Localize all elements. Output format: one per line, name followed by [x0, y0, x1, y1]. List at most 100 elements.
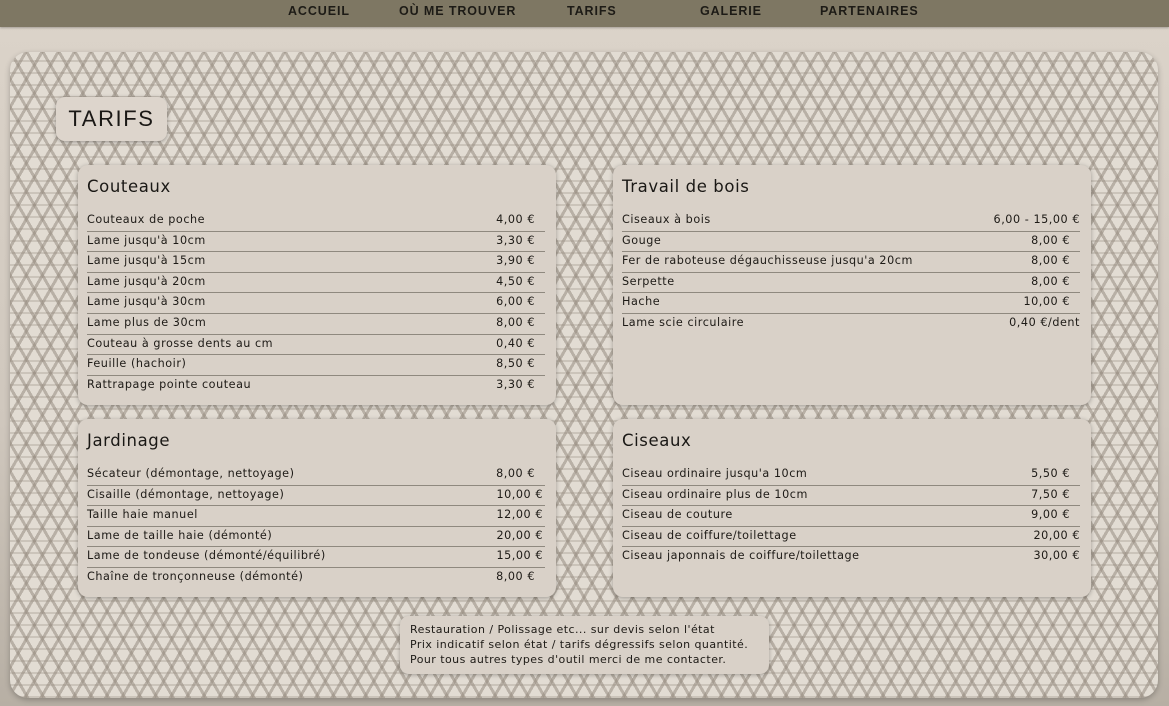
item-price: 15,00 € [496, 549, 543, 563]
price-row: Couteau à grosse dents au cm 0,40 € [87, 335, 545, 356]
price-row: Rattrapage pointe couteau 3,30 € [87, 376, 545, 397]
price-row: Taille haie manuel 12,00 € [87, 506, 545, 527]
item-price: 6,00 € [496, 295, 535, 309]
note-line: Prix indicatif selon état / tarifs dégre… [410, 638, 749, 651]
item-price: 8,00 € [496, 467, 535, 480]
item-price: 4,50 € [496, 274, 535, 288]
price-row: Hache 10,00 € [622, 293, 1080, 314]
item-price: 20,00 € [1033, 528, 1080, 542]
price-row: Feuille (hachoir) 8,50 € [87, 355, 545, 376]
item-label: Couteaux de poche [87, 213, 206, 226]
price-row: Ciseau de couture 9,00 € [622, 506, 1080, 527]
price-row: Lame jusqu'à 10cm 3,30 € [87, 232, 545, 253]
item-price: 8,00 € [1031, 233, 1070, 247]
price-row: Ciseaux à bois 6,00 - 15,00 € [622, 211, 1080, 232]
item-label: Lame plus de 30cm [87, 315, 207, 329]
item-label: Lame jusqu'à 30cm [87, 295, 206, 309]
item-price: 0,40 €/dent [1009, 315, 1080, 329]
price-list-jardinage: Sécateur (démontage, nettoyage) 8,00 € Ci… [87, 465, 545, 589]
item-price: 4,00 € [496, 213, 535, 226]
item-label: Lame jusqu'à 20cm [87, 274, 206, 288]
nav-link-ou-me-trouver[interactable]: OÙ ME TROUVER [399, 4, 516, 18]
item-label: Ciseau de coiffure/toilettage [622, 528, 797, 542]
page-title: TARIFS [56, 97, 167, 141]
item-price: 12,00 € [496, 508, 543, 522]
price-row: Ciseau japonnais de coiffure/toilettage 3… [622, 547, 1080, 568]
item-label: Chaîne de tronçonneuse (démonté) [87, 569, 304, 583]
nav-link-tarifs[interactable]: TARIFS [567, 4, 617, 18]
card-ciseaux: Ciseaux Ciseau ordinaire jusqu'a 10cm 5,5… [613, 419, 1091, 597]
price-row: Lame jusqu'à 20cm 4,50 € [87, 273, 545, 294]
card-title-couteaux: Couteaux [87, 177, 171, 196]
price-row: Lame de tondeuse (démonté/équilibré) 15,0… [87, 547, 545, 568]
item-label: Sécateur (démontage, nettoyage) [87, 467, 295, 480]
price-row: Lame scie circulaire 0,40 €/dent [622, 314, 1080, 335]
price-row: Ciseau ordinaire jusqu'a 10cm 5,50 € [622, 465, 1080, 486]
item-label: Lame de taille haie (démonté) [87, 528, 273, 542]
price-list-ciseaux: Ciseau ordinaire jusqu'a 10cm 5,50 € Cise… [622, 465, 1080, 568]
pricing-notes: Restauration / Polissage etc... sur devi… [400, 616, 769, 674]
item-price: 3,90 € [496, 254, 535, 268]
item-label: Ciseau ordinaire jusqu'a 10cm [622, 467, 808, 480]
item-price: 8,50 € [496, 357, 535, 371]
price-row: Couteaux de poche 4,00 € [87, 211, 545, 232]
item-label: Gouge [622, 233, 662, 247]
nav-link-galerie[interactable]: GALERIE [700, 4, 762, 18]
item-label: Lame jusqu'à 15cm [87, 254, 206, 268]
item-price: 3,30 € [496, 233, 535, 247]
item-label: Lame de tondeuse (démonté/équilibré) [87, 549, 326, 563]
price-row: Chaîne de tronçonneuse (démonté) 8,00 € [87, 568, 545, 589]
item-label: Rattrapage pointe couteau [87, 377, 252, 391]
item-label: Couteau à grosse dents au cm [87, 336, 274, 350]
card-title-travail-de-bois: Travail de bois [622, 177, 750, 196]
item-label: Taille haie manuel [87, 508, 198, 522]
nav-link-accueil[interactable]: ACCUEIL [288, 4, 350, 18]
item-price: 30,00 € [1033, 549, 1080, 563]
item-price: 9,00 € [1031, 508, 1070, 522]
item-label: Ciseau japonnais de coiffure/toilettage [622, 549, 860, 563]
item-label: Hache [622, 295, 661, 309]
price-row: Gouge 8,00 € [622, 232, 1080, 253]
nav-link-partenaires[interactable]: PARTENAIRES [820, 4, 919, 18]
item-price: 10,00 € [496, 487, 543, 501]
item-label: Cisaille (démontage, nettoyage) [87, 487, 285, 501]
item-label: Lame jusqu'à 10cm [87, 233, 206, 247]
item-label: Ciseaux à bois [622, 213, 711, 226]
card-travail-de-bois: Travail de bois Ciseaux à bois 6,00 - 15,… [613, 165, 1091, 405]
item-price: 8,00 € [1031, 274, 1070, 288]
item-price: 8,00 € [496, 569, 535, 583]
price-row: Cisaille (démontage, nettoyage) 10,00 € [87, 486, 545, 507]
item-label: Ciseau ordinaire plus de 10cm [622, 487, 808, 501]
price-row: Lame plus de 30cm 8,00 € [87, 314, 545, 335]
item-price: 10,00 € [1023, 295, 1070, 309]
item-label: Lame scie circulaire [622, 315, 745, 329]
card-title-jardinage: Jardinage [87, 431, 171, 450]
item-price: 5,50 € [1031, 467, 1070, 480]
item-label: Serpette [622, 274, 675, 288]
note-line: Restauration / Polissage etc... sur devi… [410, 623, 715, 636]
price-list-couteaux: Couteaux de poche 4,00 € Lame jusqu'à 10c… [87, 211, 545, 396]
card-jardinage: Jardinage Sécateur (démontage, nettoyage… [78, 419, 556, 597]
item-price: 3,30 € [496, 377, 535, 391]
item-price: 8,00 € [496, 315, 535, 329]
item-price: 8,00 € [1031, 254, 1070, 268]
item-label: Ciseau de couture [622, 508, 733, 522]
price-row: Fer de raboteuse dégauchisseuse jusqu'a … [622, 252, 1080, 273]
item-label: Fer de raboteuse dégauchisseuse jusqu'a … [622, 254, 913, 268]
price-list-travail-de-bois: Ciseaux à bois 6,00 - 15,00 € Gouge 8,00 €… [622, 211, 1080, 335]
card-title-ciseaux: Ciseaux [622, 431, 692, 450]
top-navigation: ACCUEIL OÙ ME TROUVER TARIFS GALERIE PAR… [0, 0, 1169, 27]
item-price: 0,40 € [496, 336, 535, 350]
price-row: Lame jusqu'à 15cm 3,90 € [87, 252, 545, 273]
item-price: 6,00 - 15,00 € [993, 213, 1080, 226]
price-row: Serpette 8,00 € [622, 273, 1080, 294]
note-line: Pour tous autres types d'outil merci de … [410, 653, 727, 666]
price-row: Ciseau de coiffure/toilettage 20,00 € [622, 527, 1080, 548]
item-label: Feuille (hachoir) [87, 357, 187, 371]
price-row: Ciseau ordinaire plus de 10cm 7,50 € [622, 486, 1080, 507]
price-row: Lame jusqu'à 30cm 6,00 € [87, 293, 545, 314]
item-price: 20,00 € [496, 528, 543, 542]
price-row: Sécateur (démontage, nettoyage) 8,00 € [87, 465, 545, 486]
card-couteaux: Couteaux Couteaux de poche 4,00 € Lame ju… [78, 165, 556, 405]
price-row: Lame de taille haie (démonté) 20,00 € [87, 527, 545, 548]
